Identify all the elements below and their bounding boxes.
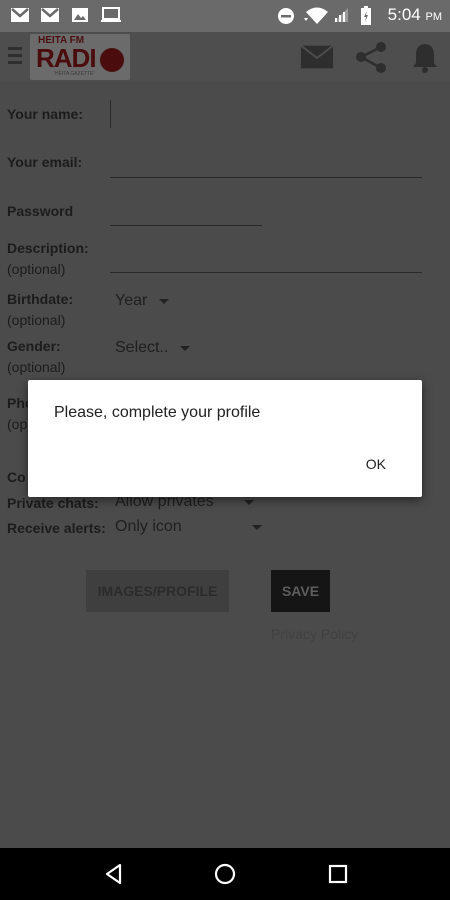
- birthdate-row: Birthdate: (optional): [7, 291, 437, 328]
- name-label: Your name:: [7, 106, 83, 122]
- navigation-bar: [0, 848, 450, 900]
- dialog-message: Please, complete your profile: [54, 404, 261, 421]
- battery-icon: [360, 6, 380, 25]
- password-label: Password: [7, 203, 74, 219]
- home-icon[interactable]: [213, 862, 237, 886]
- gmail-icon: [40, 6, 60, 24]
- country-label: Co: [7, 469, 26, 485]
- save-button[interactable]: SAVE: [271, 570, 330, 612]
- receive-alerts-select[interactable]: Only icon: [115, 518, 262, 536]
- description-field[interactable]: [110, 255, 422, 273]
- recents-icon[interactable]: [326, 862, 350, 886]
- email-field[interactable]: [110, 160, 422, 178]
- menu-icon[interactable]: [8, 47, 22, 67]
- password-field[interactable]: [110, 208, 262, 226]
- image-icon: [70, 6, 90, 24]
- privacy-policy-link[interactable]: Privacy Policy: [271, 626, 358, 642]
- gender-row: Gender: (optional): [7, 338, 437, 375]
- share-icon[interactable]: [354, 40, 388, 74]
- signal-icon: [332, 6, 352, 24]
- birthdate-label: Birthdate:: [7, 291, 74, 307]
- name-row: Your name:: [7, 106, 437, 124]
- app-bar: HEITA FM RADI 'HEITA GAZETTE': [0, 32, 450, 82]
- chevron-down-icon: [180, 345, 191, 351]
- chevron-down-icon: [251, 524, 262, 530]
- birthdate-optional: (optional): [7, 312, 66, 328]
- gender-optional: (optional): [7, 359, 66, 375]
- birthdate-value: Year: [115, 292, 148, 309]
- back-icon[interactable]: [102, 862, 126, 886]
- bell-icon[interactable]: [408, 40, 442, 74]
- gender-label: Gender:: [7, 338, 61, 354]
- laptop-icon: [100, 6, 121, 24]
- description-label: Description:: [7, 240, 89, 256]
- gender-value: Select..: [115, 339, 169, 356]
- private-chats-label: Private chats:: [7, 495, 99, 511]
- logo-main-text: RADI: [36, 43, 97, 73]
- gender-select[interactable]: Select..: [115, 339, 191, 357]
- chevron-down-icon: [243, 499, 254, 505]
- wifi-icon: [303, 6, 328, 24]
- radio-logo: HEITA FM RADI 'HEITA GAZETTE': [30, 34, 130, 80]
- clock: 5:04 PM: [387, 5, 442, 24]
- receive-alerts-value: Only icon: [115, 518, 182, 535]
- birthdate-select[interactable]: Year: [115, 292, 170, 310]
- logo-ball-icon: [100, 48, 124, 72]
- mail-icon[interactable]: [300, 40, 334, 74]
- chevron-down-icon: [159, 298, 170, 304]
- name-input[interactable]: [110, 100, 111, 128]
- email-label: Your email:: [7, 154, 83, 170]
- receive-alerts-label: Receive alerts:: [7, 520, 106, 536]
- logo-tagline: 'HEITA GAZETTE': [54, 71, 95, 77]
- gmail-icon: [10, 6, 30, 24]
- ok-button[interactable]: OK: [366, 456, 386, 472]
- do-not-disturb-icon: [276, 6, 296, 24]
- status-bar: 5:04 PM: [0, 0, 450, 32]
- images-profile-button[interactable]: IMAGES/PROFILE: [86, 570, 229, 612]
- profile-alert-dialog: Please, complete your profile OK: [28, 380, 422, 497]
